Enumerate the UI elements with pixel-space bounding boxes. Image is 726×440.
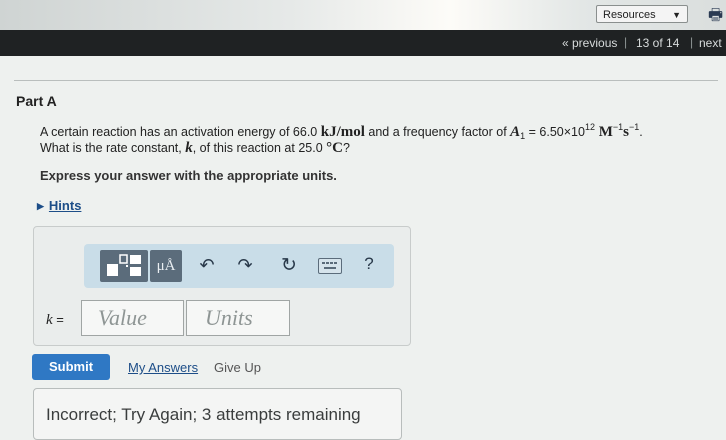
templates-button[interactable]	[100, 250, 148, 282]
units-button[interactable]: μÅ	[150, 250, 182, 282]
previous-link[interactable]: « previous	[562, 36, 617, 50]
units-input[interactable]: Units	[186, 300, 290, 336]
question-text: ?	[342, 141, 350, 155]
give-up-link[interactable]: Give Up	[214, 360, 261, 375]
question-text: , of this reaction at 25.0	[192, 141, 327, 155]
equals-sign: =	[52, 312, 64, 327]
expand-arrow-icon: ▶	[37, 201, 44, 211]
value-input[interactable]: Value	[81, 300, 184, 336]
rate-constant-symbol: k	[185, 140, 193, 156]
help-button[interactable]: ?	[358, 252, 380, 276]
keyboard-icon[interactable]	[318, 258, 342, 274]
answer-variable-label: k =	[46, 312, 64, 329]
question-text: and a frequency factor of	[364, 125, 511, 139]
question-text: A certain reaction has an activation ene…	[40, 125, 321, 139]
resources-label: Resources	[603, 9, 656, 21]
templates-icon	[107, 254, 141, 276]
question-line-2: What is the rate constant, k, of this re…	[40, 140, 350, 157]
frequency-unit-m-exponent: −1	[612, 122, 624, 132]
chevron-down-icon: ▼	[672, 10, 681, 20]
temperature-unit: °C	[326, 140, 343, 156]
activation-energy-units: kJ/mol	[320, 124, 365, 140]
part-title: Part A	[16, 93, 57, 109]
redo-icon[interactable]: ↷	[234, 254, 256, 276]
reset-icon[interactable]: ↻	[278, 254, 300, 276]
frequency-exponent: 12	[584, 122, 595, 132]
section-divider	[14, 80, 718, 81]
math-toolbar: μÅ ↶ ↷ ↻ ?	[84, 244, 394, 288]
next-link[interactable]: next	[699, 36, 722, 50]
question-text: What is the rate constant,	[40, 141, 186, 155]
printer-icon[interactable]: 🖶	[708, 4, 723, 31]
nav-separator: |	[690, 35, 694, 49]
nav-separator: |	[624, 35, 628, 49]
submit-button[interactable]: Submit	[32, 354, 110, 380]
frequency-symbol: A	[510, 124, 521, 140]
frequency-value: = 6.50×10	[525, 125, 585, 139]
question-line-1: A certain reaction has an activation ene…	[40, 122, 643, 141]
answer-instructions: Express your answer with the appropriate…	[40, 168, 337, 183]
item-counter: 13 of 14	[636, 36, 680, 50]
my-answers-link[interactable]: My Answers	[128, 360, 198, 375]
variable-symbol: k	[46, 312, 53, 328]
navigation-bar: « previous | 13 of 14 | next	[0, 30, 726, 56]
hints-toggle[interactable]: ▶ Hints	[37, 198, 81, 213]
question-text: .	[639, 125, 643, 139]
keyboard-keys	[322, 262, 337, 269]
hints-label: Hints	[48, 198, 82, 213]
undo-icon[interactable]: ↶	[196, 254, 218, 276]
frequency-unit-m: M	[594, 124, 613, 140]
feedback-message: Incorrect; Try Again; 3 attempts remaini…	[46, 405, 361, 424]
resources-dropdown[interactable]: Resources ▼	[596, 5, 688, 23]
frequency-unit-s-exponent: −1	[629, 122, 640, 132]
